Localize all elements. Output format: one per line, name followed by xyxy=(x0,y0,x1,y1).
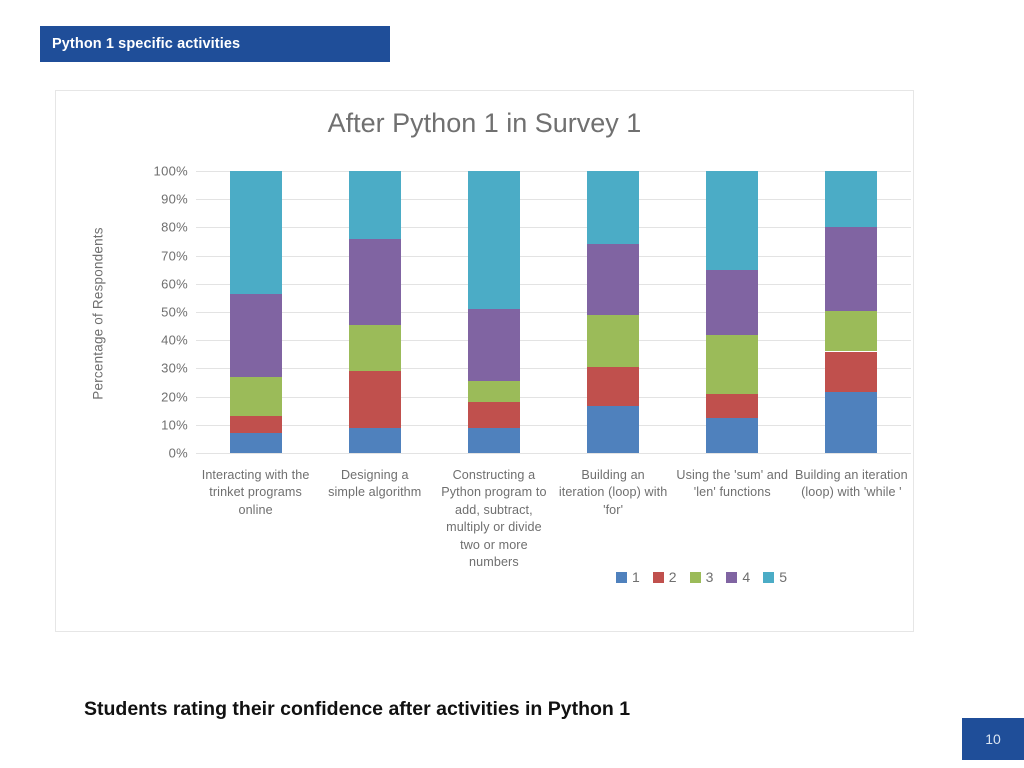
bar-segment-2[interactable] xyxy=(706,393,759,418)
x-axis-category-label: Using the 'sum' and 'len' functions xyxy=(676,468,789,500)
bar-group[interactable]: Interacting with the trinket programs on… xyxy=(202,171,309,517)
bar-segment-2[interactable] xyxy=(825,351,878,393)
legend-label: 2 xyxy=(668,569,677,585)
legend-label: 4 xyxy=(742,569,751,585)
legend-swatch-icon xyxy=(763,571,775,583)
bar-segment-2[interactable] xyxy=(348,371,401,428)
slide-title-text: Python 1 specific activities xyxy=(52,36,241,52)
y-axis-tick-label: 70% xyxy=(161,248,188,264)
bar-segment-3[interactable] xyxy=(348,324,401,372)
bar-segment-4[interactable] xyxy=(348,238,401,325)
bar-segment-2[interactable] xyxy=(587,367,640,407)
bar-segment-3[interactable] xyxy=(587,314,640,367)
legend-item[interactable]: 1 xyxy=(616,569,640,585)
legend-label: 1 xyxy=(632,569,640,585)
gridline xyxy=(196,312,911,313)
page-number-text: 10 xyxy=(985,731,1001,747)
x-axis-category-label: Interacting with the trinket programs on… xyxy=(201,468,310,517)
chart-container: After Python 1 in Survey 1 Percentage of… xyxy=(55,90,914,632)
x-axis-category-label: Designing a simple algorithm xyxy=(328,468,422,500)
legend-swatch-icon xyxy=(689,571,701,583)
y-axis-tick-label: 30% xyxy=(161,360,188,376)
stacked-bar[interactable] xyxy=(467,171,520,453)
bar-segment-3[interactable] xyxy=(706,334,759,394)
bar-segment-1[interactable] xyxy=(229,433,282,453)
gridline xyxy=(196,227,911,229)
y-axis-tick-label: 90% xyxy=(161,191,188,207)
y-axis-tick-label: 40% xyxy=(161,332,188,348)
y-axis-tick-label: 60% xyxy=(161,276,188,292)
bar-segment-4[interactable] xyxy=(587,244,640,315)
bar-segment-1[interactable] xyxy=(348,427,401,453)
gridline xyxy=(196,283,911,285)
legend-item[interactable]: 4 xyxy=(726,569,750,585)
bar-segment-4[interactable] xyxy=(706,269,759,335)
stacked-bar[interactable] xyxy=(229,171,282,453)
bar-segment-1[interactable] xyxy=(706,417,759,453)
stacked-bar[interactable] xyxy=(348,171,401,453)
stacked-bar[interactable] xyxy=(706,171,759,453)
legend-label: 3 xyxy=(705,569,714,585)
bar-segment-2[interactable] xyxy=(229,416,282,434)
y-axis-tick-label: 10% xyxy=(161,417,188,433)
legend-item[interactable]: 3 xyxy=(689,569,714,585)
gridline xyxy=(196,199,911,201)
legend-item[interactable]: 2 xyxy=(652,569,677,585)
bar-segment-1[interactable] xyxy=(587,406,640,453)
bar-segment-5[interactable] xyxy=(467,171,520,310)
bar-segment-1[interactable] xyxy=(825,392,878,453)
bar-segment-4[interactable] xyxy=(229,293,282,377)
bar-group[interactable]: Constructing a Python program to add, su… xyxy=(441,171,546,569)
bar-group[interactable]: Building an iteration (loop) with 'for' xyxy=(559,171,667,517)
x-axis-category-label: Constructing a Python program to add, su… xyxy=(441,468,547,569)
legend-swatch-icon xyxy=(726,571,738,583)
legend-swatch-icon xyxy=(616,571,627,583)
y-axis-title: Percentage of Respondents xyxy=(90,227,106,400)
bar-segment-3[interactable] xyxy=(467,381,520,403)
bar-segment-3[interactable] xyxy=(825,310,878,352)
bar-segment-4[interactable] xyxy=(825,227,878,311)
slide-caption: Students rating their confidence after a… xyxy=(84,698,631,720)
y-axis-tick-label: 50% xyxy=(161,304,188,320)
y-axis-tick-label: 100% xyxy=(153,163,188,179)
y-axis-tick-label: 80% xyxy=(161,219,188,235)
bar-group[interactable]: Building an iteration (loop) with 'while… xyxy=(795,171,908,499)
page-number-badge: 10 xyxy=(962,718,1024,760)
gridline xyxy=(196,368,911,370)
legend-swatch-icon xyxy=(652,571,664,583)
bar-segment-5[interactable] xyxy=(229,171,282,294)
bar-segment-5[interactable] xyxy=(706,171,759,270)
bar-group[interactable]: Using the 'sum' and 'len' functions xyxy=(676,171,788,499)
y-axis-tick-label: 0% xyxy=(168,445,188,461)
bar-segment-2[interactable] xyxy=(467,402,520,428)
bar-segment-1[interactable] xyxy=(467,427,520,453)
bar-segment-5[interactable] xyxy=(825,171,878,228)
legend-item[interactable]: 5 xyxy=(763,569,787,585)
gridline xyxy=(196,453,911,454)
gridline xyxy=(196,171,911,172)
x-axis-category-label: Building an iteration (loop) with 'for' xyxy=(558,468,668,517)
gridline xyxy=(196,340,911,342)
chart-legend: 1 2 3 4 5 xyxy=(616,569,787,585)
chart-title: After Python 1 in Survey 1 xyxy=(327,108,642,138)
legend-label: 5 xyxy=(779,569,787,585)
bar-group[interactable]: Designing a simple algorithm xyxy=(328,171,421,499)
slide-title-banner: Python 1 specific activities xyxy=(40,26,390,62)
bar-segment-4[interactable] xyxy=(467,309,520,382)
stacked-bar[interactable] xyxy=(587,171,640,453)
gridline xyxy=(196,424,911,426)
plot-area: 100% 90% 80% 70% 60% 50% 40% 30% 20% 10% 0% Intera… xyxy=(154,164,911,569)
y-axis-tick-label: 20% xyxy=(161,389,188,405)
gridline xyxy=(196,255,911,257)
bar-segment-5[interactable] xyxy=(587,171,640,245)
gridline xyxy=(196,396,911,398)
x-axis-category-label: Building an iteration (loop) with 'while… xyxy=(795,468,908,500)
bar-segment-5[interactable] xyxy=(348,171,401,239)
stacked-bar[interactable] xyxy=(825,171,878,453)
bar-segment-3[interactable] xyxy=(229,376,282,417)
